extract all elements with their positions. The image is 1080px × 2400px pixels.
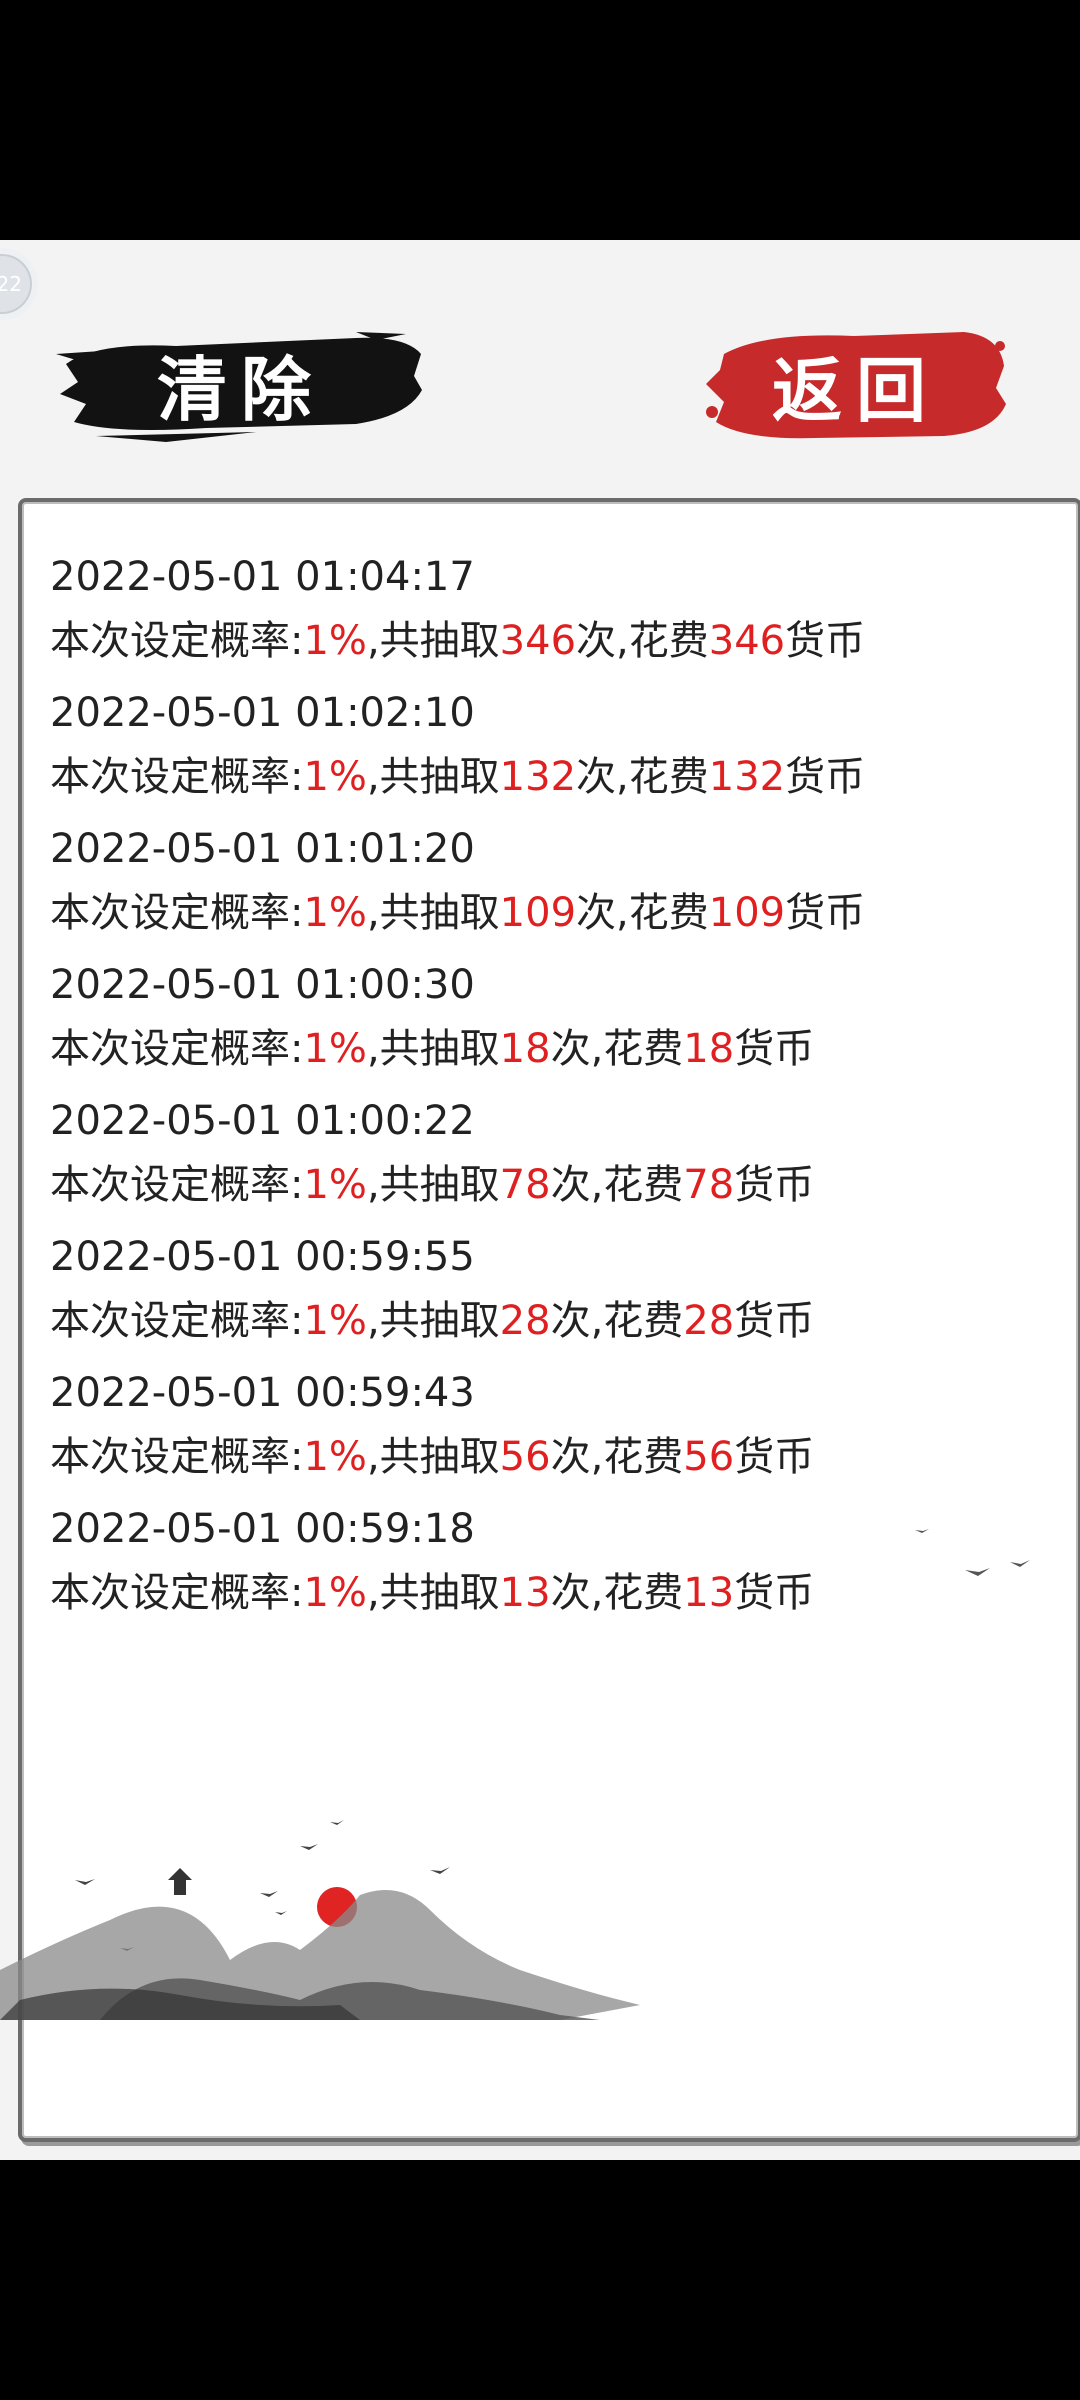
record-currency: 货币 [734,1026,815,1072]
record-text: 次,花费 [550,1026,684,1072]
status-bar-area [0,0,1080,240]
record-rate: 1% [303,1162,367,1208]
bird-icon [965,1568,990,1576]
bird-icon [330,1820,344,1825]
clear-button-label: 清除 [157,347,325,431]
record-draw-count: 346 [499,618,577,664]
floating-badge[interactable]: 22 [0,248,38,320]
record-rate: 1% [303,754,367,800]
back-button-label: 返回 [772,348,940,432]
record-list[interactable]: 2022-05-01 01:04:17 本次设定概率:1%,共抽取346次,花费… [50,545,950,1633]
record-time: 2022-05-01 00:59:55 [50,1234,475,1280]
record-time: 2022-05-01 01:04:17 [50,554,475,600]
record-time: 2022-05-01 01:01:20 [50,826,475,872]
bird-icon [915,1529,929,1533]
bird-icon [300,1844,318,1850]
record-detail: 本次设定概率:1%,共抽取132次,花费132货币 [50,745,950,817]
record-detail: 本次设定概率:1%,共抽取18次,花费18货币 [50,1017,950,1089]
ink-landscape-decoration [0,1529,1030,2020]
record-rate: 1% [303,1026,367,1072]
record-draw-count: 28 [499,1298,551,1344]
record-currency: 货币 [734,1298,815,1344]
record-detail: 本次设定概率:1%,共抽取109次,花费109货币 [50,881,950,953]
list-item: 2022-05-01 00:59:43 本次设定概率:1%,共抽取56次,花费5… [50,1361,950,1497]
back-button[interactable]: 返回 [704,326,1008,444]
record-prefix: 本次设定概率: [50,754,304,800]
record-cost: 28 [683,1298,735,1344]
record-currency: 货币 [785,890,866,936]
record-draw-count: 56 [499,1434,551,1480]
record-prefix: 本次设定概率: [50,1026,304,1072]
record-detail: 本次设定概率:1%,共抽取78次,花费78货币 [50,1153,950,1225]
record-cost: 132 [708,754,786,800]
record-currency: 货币 [734,1434,815,1480]
record-draw-count: 132 [499,754,577,800]
record-rate: 1% [303,1298,367,1344]
record-detail: 本次设定概率:1%,共抽取346次,花费346货币 [50,609,950,681]
record-prefix: 本次设定概率: [50,1162,304,1208]
record-draw-count: 18 [499,1026,551,1072]
record-text: 次,花费 [576,890,709,936]
record-draw-count: 109 [499,890,577,936]
record-prefix: 本次设定概率: [50,1434,304,1480]
record-currency: 货币 [785,754,866,800]
record-rate: 1% [303,1434,367,1480]
list-item: 2022-05-01 01:04:17 本次设定概率:1%,共抽取346次,花费… [50,545,950,681]
record-text: ,共抽取 [366,1298,500,1344]
clear-button[interactable]: 清除 [56,324,426,444]
record-prefix: 本次设定概率: [50,618,304,664]
pavilion-icon [168,1868,192,1895]
record-text: ,共抽取 [366,890,500,936]
record-text: ,共抽取 [366,754,500,800]
record-currency: 货币 [734,1162,815,1208]
bird-icon [430,1867,450,1874]
record-time: 2022-05-01 01:00:22 [50,1098,475,1144]
bird-icon [275,1911,287,1915]
record-cost: 346 [708,618,786,664]
record-text: 次,花费 [576,754,709,800]
list-item: 2022-05-01 01:02:10 本次设定概率:1%,共抽取132次,花费… [50,681,950,817]
record-prefix: 本次设定概率: [50,1298,304,1344]
bird-icon [260,1891,278,1897]
record-time: 2022-05-01 00:59:43 [50,1370,475,1416]
record-rate: 1% [303,618,367,664]
list-item: 2022-05-01 01:00:22 本次设定概率:1%,共抽取78次,花费7… [50,1089,950,1225]
record-text: 次,花费 [550,1298,684,1344]
record-detail: 本次设定概率:1%,共抽取56次,花费56货币 [50,1425,950,1497]
record-text: 次,花费 [550,1162,684,1208]
record-cost: 18 [683,1026,735,1072]
record-currency: 货币 [785,618,866,664]
bird-icon [1010,1560,1030,1567]
draw-history-screen: 22 清除 返回 2022-05-01 01:04:17 本次设定概率:1%,共… [0,240,1080,2160]
record-rate: 1% [303,890,367,936]
record-text: 次,花费 [550,1434,684,1480]
record-text: ,共抽取 [366,1162,500,1208]
record-time: 2022-05-01 01:02:10 [50,690,475,736]
record-cost: 109 [708,890,786,936]
record-prefix: 本次设定概率: [50,890,304,936]
bird-icon [75,1879,95,1885]
list-item: 2022-05-01 00:59:55 本次设定概率:1%,共抽取28次,花费2… [50,1225,950,1361]
record-text: ,共抽取 [366,1026,500,1072]
record-cost: 78 [683,1162,735,1208]
record-text: ,共抽取 [366,1434,500,1480]
list-item: 2022-05-01 01:01:20 本次设定概率:1%,共抽取109次,花费… [50,817,950,953]
record-cost: 56 [683,1434,735,1480]
record-text: 次,花费 [576,618,709,664]
navigation-bar-area [0,2160,1080,2400]
record-time: 2022-05-01 01:00:30 [50,962,475,1008]
record-text: ,共抽取 [366,618,500,664]
record-detail: 本次设定概率:1%,共抽取28次,花费28货币 [50,1289,950,1361]
list-item: 2022-05-01 01:00:30 本次设定概率:1%,共抽取18次,花费1… [50,953,950,1089]
record-draw-count: 78 [499,1162,551,1208]
